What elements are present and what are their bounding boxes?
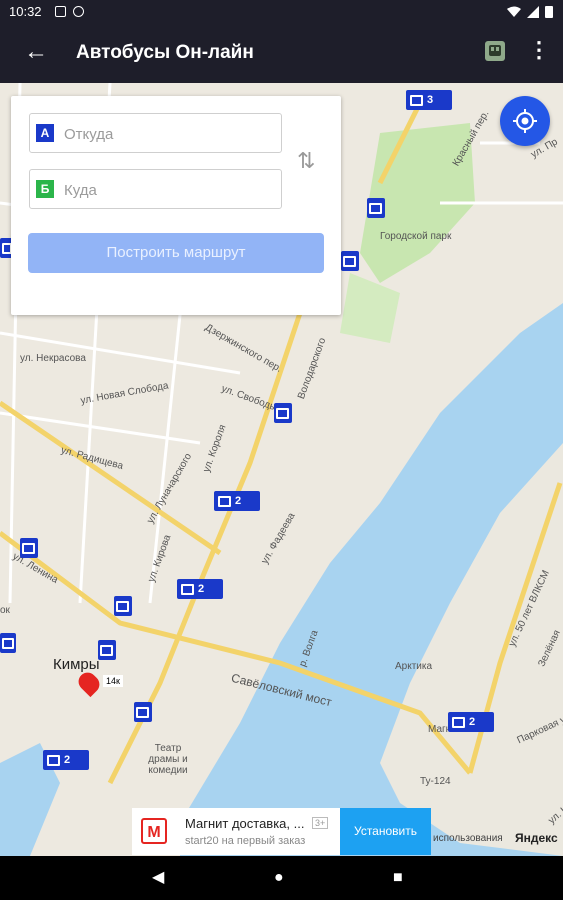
from-badge: А bbox=[36, 124, 54, 142]
status-bar: 10:32 bbox=[0, 0, 563, 24]
bus-marker[interactable]: 2 bbox=[448, 712, 494, 732]
map-label-park: Городской парк bbox=[380, 231, 452, 242]
bus-stop-icon[interactable] bbox=[0, 633, 16, 653]
map-label-tu124: Ту-124 bbox=[420, 776, 451, 787]
to-input[interactable] bbox=[62, 176, 276, 204]
bus-stop-icon[interactable] bbox=[341, 251, 359, 271]
bus-stop-icon[interactable] bbox=[114, 596, 132, 616]
ad-subtitle: start20 на первый заказ bbox=[185, 835, 306, 847]
page-title: Автобусы Он-лайн bbox=[76, 42, 254, 63]
recents-nav-icon[interactable]: ■ bbox=[393, 869, 403, 887]
bus-stop-icon[interactable] bbox=[274, 403, 292, 423]
to-badge: Б bbox=[36, 180, 54, 198]
bus-stop-icon[interactable] bbox=[134, 702, 152, 722]
bus-icon bbox=[47, 754, 60, 766]
sync-icon bbox=[73, 6, 84, 17]
bus-stop-icon[interactable] bbox=[98, 640, 116, 660]
wifi-icon bbox=[507, 6, 521, 17]
bus-marker[interactable]: 2 bbox=[214, 491, 260, 511]
bus-stop-icon[interactable] bbox=[20, 538, 38, 558]
ad-title: Магнит доставка, ... bbox=[185, 816, 305, 831]
from-field[interactable]: А bbox=[29, 113, 282, 153]
terms-link[interactable]: использования bbox=[433, 833, 503, 844]
more-vert-icon: ⋮ bbox=[528, 37, 550, 62]
to-field[interactable]: Б bbox=[29, 169, 282, 209]
map-label-nekrasova: ул. Некрасова bbox=[20, 353, 86, 364]
swap-icon: ⇅ bbox=[297, 148, 316, 173]
bus-icon bbox=[452, 716, 465, 728]
my-location-icon bbox=[513, 109, 537, 133]
arrow-left-icon: ← bbox=[24, 38, 48, 65]
map-label-ok: ок bbox=[0, 605, 10, 616]
status-time: 10:32 bbox=[9, 4, 42, 19]
bus-icon bbox=[181, 583, 194, 595]
notification-icon bbox=[55, 6, 66, 17]
swap-button[interactable]: ⇅ bbox=[297, 148, 315, 174]
bus-stop-icon[interactable] bbox=[367, 198, 385, 218]
install-button[interactable]: Установить bbox=[340, 808, 431, 855]
menu-button[interactable]: ⋮ bbox=[528, 38, 550, 62]
signal-icon bbox=[527, 5, 539, 18]
bus-icon bbox=[218, 495, 231, 507]
from-input[interactable] bbox=[62, 120, 276, 148]
back-button[interactable]: ← bbox=[22, 38, 50, 66]
bus-marker[interactable]: 2 bbox=[177, 579, 223, 599]
battery-icon bbox=[545, 6, 553, 18]
home-nav-icon[interactable]: ● bbox=[274, 869, 284, 887]
yandex-logo: Яндекс bbox=[515, 831, 558, 845]
bus-icon bbox=[489, 45, 501, 56]
map-label-theater: Театр драмы и комедии bbox=[148, 743, 188, 776]
back-nav-icon[interactable]: ◀ bbox=[152, 869, 164, 887]
bus-marker[interactable]: 3 bbox=[406, 90, 452, 110]
system-nav-bar: ◀ ● ■ bbox=[0, 856, 563, 900]
map-label-city: Кимры bbox=[53, 656, 100, 673]
stop-pin-label: 14к bbox=[103, 675, 123, 687]
ad-age-tag: 3+ bbox=[312, 817, 329, 829]
bus-marker[interactable]: 2 bbox=[43, 750, 89, 770]
map-label-arctic: Арктика bbox=[395, 661, 433, 672]
ad-banner[interactable]: М Магнит доставка, ... start20 на первый… bbox=[132, 808, 431, 855]
locate-button[interactable] bbox=[500, 96, 550, 146]
route-panel: А Б ⇅ Построить маршрут bbox=[11, 96, 341, 315]
bus-mode-button[interactable] bbox=[485, 41, 505, 61]
magnit-logo: М bbox=[141, 818, 167, 844]
app-bar: ← Автобусы Он-лайн ⋮ bbox=[0, 24, 563, 83]
build-route-button[interactable]: Построить маршрут bbox=[28, 233, 324, 273]
bus-icon bbox=[410, 94, 423, 106]
